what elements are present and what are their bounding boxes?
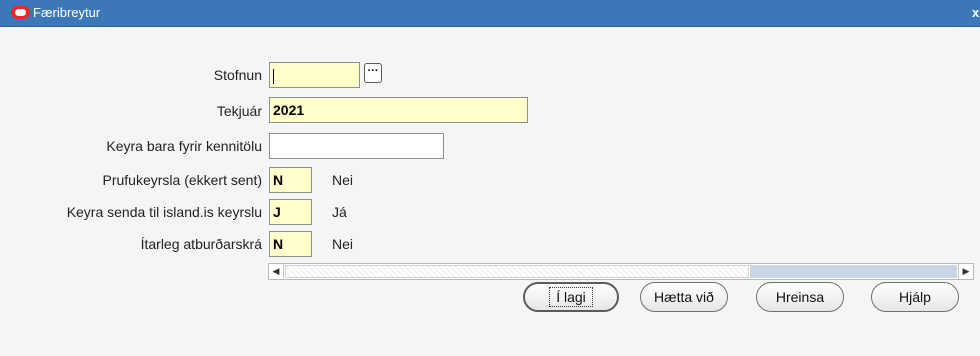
prufukeyrsla-description: Nei	[332, 172, 354, 188]
text-cursor	[273, 68, 274, 84]
clear-button[interactable]: Hreinsa	[756, 282, 844, 312]
horizontal-scrollbar[interactable]: ◀ ▶	[268, 263, 974, 280]
ok-button[interactable]: Í lagi	[523, 282, 619, 312]
atburdarskra-field[interactable]: N	[269, 231, 312, 257]
help-button[interactable]: Hjálp	[871, 282, 959, 312]
title-bar: Færibreytur x	[0, 0, 980, 27]
scroll-right-icon[interactable]: ▶	[958, 264, 973, 279]
tekjuar-label: Tekjuár	[216, 103, 262, 119]
island-is-description: Já	[332, 204, 347, 220]
stofnun-field[interactable]	[269, 62, 360, 88]
kennitala-label: Keyra bara fyrir kennitölu	[106, 138, 262, 154]
scroll-left-icon[interactable]: ◀	[269, 264, 284, 279]
parameters-form: Stofnun ··· Tekjuár 2021 Keyra bara fyri…	[0, 27, 980, 356]
cancel-button[interactable]: Hætta við	[640, 282, 728, 312]
scrollbar-thumb[interactable]	[285, 265, 749, 278]
oracle-logo-icon	[11, 6, 30, 19]
close-icon[interactable]: x	[972, 5, 980, 21]
stofnun-label: Stofnun	[213, 67, 262, 83]
atburdarskra-label: Ítarleg atburðarskrá	[140, 236, 262, 252]
atburdarskra-description: Nei	[332, 236, 354, 252]
prufukeyrsla-field[interactable]: N	[269, 167, 312, 193]
scrollbar-track[interactable]	[750, 265, 957, 278]
island-is-field[interactable]: J	[269, 199, 312, 225]
island-is-label: Keyra senda til island.is keyrslu	[66, 204, 262, 220]
list-of-values-button[interactable]: ···	[364, 63, 382, 83]
kennitala-field[interactable]	[269, 133, 444, 159]
window-title: Færibreytur	[33, 5, 101, 20]
prufukeyrsla-label: Prufukeyrsla (ekkert sent)	[102, 172, 263, 188]
tekjuar-field[interactable]: 2021	[269, 97, 528, 123]
